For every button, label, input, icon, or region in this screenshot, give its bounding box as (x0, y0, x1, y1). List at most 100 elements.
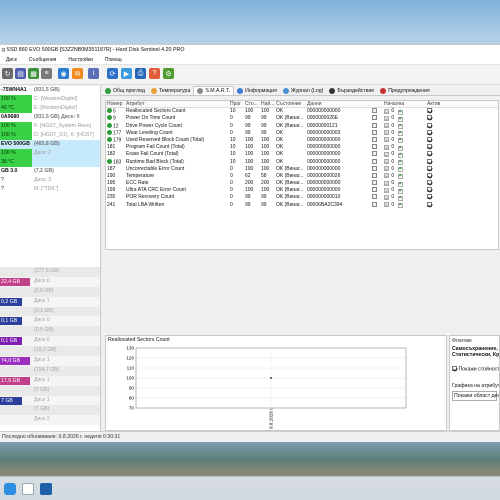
disk-list-row[interactable]: 0A9680 (931,5 GB) Диск: 0 (0, 113, 100, 122)
volume-row[interactable]: 17,6 GB Диск 1 (0, 375, 100, 386)
backup-icon[interactable]: ⎙ (135, 68, 146, 79)
active-checkbox[interactable] (427, 108, 432, 114)
volume-row[interactable]: (0,5 GB) (0, 326, 100, 337)
smart-row[interactable]: 181 Program Fail Count (Total) 10 100 100 OK 0… (106, 144, 498, 151)
smart-row[interactable]: 183 Runtime Bad Block (Total) 10 100 100 OK 00… (106, 158, 498, 166)
globe-icon[interactable]: ◉ (58, 68, 69, 79)
minus-icon[interactable]: – (384, 194, 389, 200)
plus-icon[interactable]: + (397, 188, 403, 194)
smart-row[interactable]: 199 Ultra ATA CRC Error Count 0 100 100 OK (В… (106, 187, 498, 194)
volume-row[interactable]: 22,4 GB Диск 0 (0, 276, 100, 287)
tab-0[interactable]: Общ преглед (102, 86, 148, 95)
show-value-option[interactable]: Покажи стойност (452, 366, 499, 373)
disk-list-row[interactable]: -75WN4A1 (931,5 GB) (0, 86, 100, 95)
smart-row[interactable]: 190 Temperature 0 62 58 OK (Винаг... 000000000… (106, 172, 498, 180)
disk-list-row[interactable]: ? M: ["TDK"] (0, 185, 100, 194)
smart-row[interactable]: 12 Drive Power Cycle Count 0 99 99 OK (Винаг.… (106, 122, 498, 130)
smart-row[interactable]: 187 Uncorrectable Error Count 0 100 100 OK (В… (106, 165, 498, 173)
disk-icon[interactable]: ▤ (15, 68, 26, 79)
active-checkbox[interactable] (427, 187, 432, 193)
column-header[interactable]: Атрибут (125, 101, 229, 107)
minus-icon[interactable]: – (384, 187, 389, 193)
plus-icon[interactable]: + (397, 116, 403, 122)
volume-row[interactable]: 74,0 GB Диск 1 (0, 356, 100, 366)
task-view-icon[interactable] (40, 483, 52, 495)
active-checkbox[interactable] (427, 194, 432, 200)
active-checkbox[interactable] (427, 158, 432, 164)
volume-row[interactable]: (10,2 GB) (0, 346, 100, 357)
chart-icon[interactable]: ▦ (28, 68, 39, 79)
column-header[interactable]: Сто... (244, 101, 260, 107)
smart-row[interactable]: 235 POR Recovery Count 0 99 99 OK (Винаг... 00… (106, 194, 498, 201)
tab-1[interactable]: Температура (148, 86, 193, 95)
active-checkbox[interactable] (427, 144, 432, 150)
volume-row[interactable]: (0,6 GB) (0, 286, 100, 297)
tab-6[interactable]: Предупреждения (377, 86, 432, 95)
report-icon[interactable]: ✉ (72, 68, 83, 79)
plus-icon[interactable]: + (397, 152, 403, 158)
active-checkbox[interactable] (427, 115, 432, 121)
active-checkbox[interactable] (427, 136, 432, 142)
plus-icon[interactable]: + (397, 109, 403, 115)
minus-icon[interactable]: – (384, 180, 389, 186)
volume-row[interactable]: (277,5 GB) (0, 267, 100, 277)
smart-row[interactable]: 195 ECC Rate 0 200 200 OK (Винаг... 0000000000… (106, 180, 498, 187)
smart-row[interactable]: 182 Erase Fail Count (Total) 10 100 100 OK 000… (106, 151, 498, 158)
volume-row[interactable]: (7 GB) (0, 405, 100, 416)
graph-select[interactable]: Покажи област ден (452, 390, 499, 401)
smart-row[interactable]: 177 Wear Leveling Count 0 99 99 OK 00000000000… (106, 129, 498, 137)
plus-icon[interactable]: + (397, 174, 403, 180)
volume-row[interactable]: (7 GB) (0, 385, 100, 396)
menu-item-1[interactable]: Съобщения (23, 57, 62, 63)
minus-icon[interactable]: – (384, 159, 389, 164)
plus-icon[interactable]: + (397, 145, 403, 151)
column-header[interactable]: Най... (260, 101, 275, 107)
search-icon[interactable] (22, 483, 34, 495)
minus-icon[interactable]: – (384, 130, 389, 136)
smart-row[interactable]: 9 Power On Time Count 0 99 99 OK (Винаг... 000… (106, 115, 498, 122)
disk-list-row[interactable]: 100 % Диск: 2 (0, 149, 100, 158)
menu-item-3[interactable]: Помощ (99, 57, 128, 63)
column-header[interactable]: Номер (106, 101, 125, 107)
active-checkbox[interactable] (427, 165, 432, 171)
volume-row[interactable]: 0,1 GB Диск 0 (0, 316, 100, 327)
volume-row[interactable]: 0,2 GB Диск 1 (0, 296, 100, 307)
plus-icon[interactable]: + (397, 160, 403, 165)
minus-icon[interactable]: – (384, 166, 389, 172)
plus-icon[interactable]: + (397, 203, 403, 209)
plus-icon[interactable]: + (397, 195, 403, 201)
minus-icon[interactable]: – (384, 115, 389, 121)
menu-item-0[interactable]: Диск (0, 57, 23, 63)
active-checkbox[interactable] (427, 172, 432, 178)
smart-row[interactable]: 179 Used Reserved Block Count (Total) 10 10… (106, 136, 498, 144)
disk-list-row[interactable]: 100 % C: [WesternDigitel] (0, 95, 100, 104)
column-header[interactable]: Праг (229, 101, 244, 107)
minus-icon[interactable]: – (384, 151, 389, 157)
minus-icon[interactable]: – (384, 202, 389, 208)
plus-icon[interactable]: + (397, 181, 403, 187)
volume-row[interactable]: 0,1 GB Диск 0 (0, 336, 100, 347)
minus-icon[interactable]: – (384, 173, 389, 179)
smart-row[interactable]: 5 Reallocated Sectors Count 10 100 100 OK 0000… (106, 108, 498, 115)
plus-icon[interactable]: + (397, 167, 403, 173)
list-icon[interactable]: ≡ (41, 68, 52, 79)
disk-list-row[interactable]: 38 °C (0, 158, 100, 167)
tab-2[interactable]: S.M.A.R.T. (193, 86, 235, 95)
start-icon[interactable] (4, 483, 16, 495)
disk-list-row[interactable]: EVO 500GB (465,8 GB) (0, 140, 100, 149)
show-value-checkbox[interactable] (452, 366, 457, 371)
settings-icon[interactable]: ⚙ (163, 68, 174, 79)
column-header[interactable] (371, 101, 383, 107)
column-header[interactable]: Данни (306, 101, 371, 107)
plus-icon[interactable]: + (397, 131, 403, 137)
info-icon[interactable]: i (88, 68, 99, 79)
minus-icon[interactable]: – (384, 144, 389, 150)
disk-list-row[interactable]: 100 % D: [HGST_D1], K: [HGST] (0, 131, 100, 140)
minus-icon[interactable]: – (384, 123, 389, 129)
plus-icon[interactable]: + (397, 124, 403, 130)
plus-icon[interactable]: + (397, 138, 403, 144)
minus-icon[interactable]: – (384, 137, 389, 143)
active-checkbox[interactable] (427, 180, 432, 186)
disk-list-row[interactable]: 100 % F: [HGST_System Rese] (0, 122, 100, 131)
active-checkbox[interactable] (427, 122, 432, 128)
